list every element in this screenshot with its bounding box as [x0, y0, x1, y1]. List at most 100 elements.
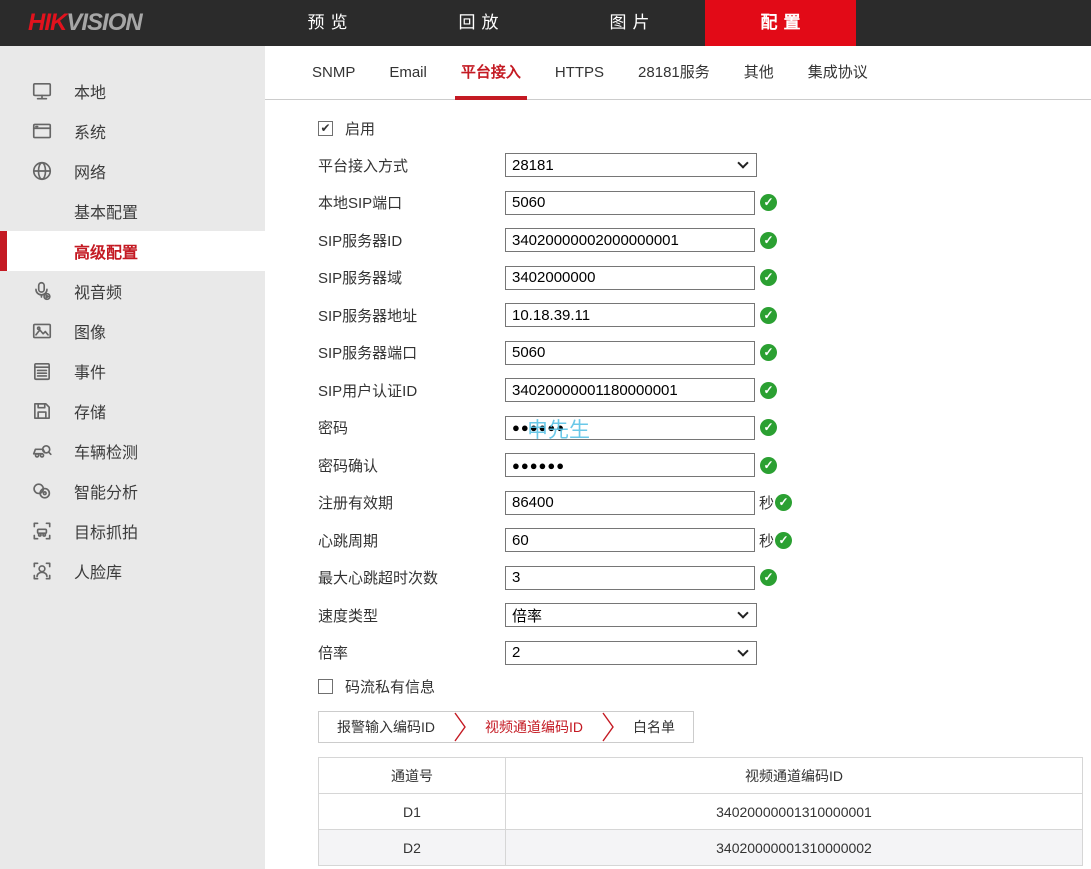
- valid-check-icon: ✓: [760, 382, 777, 399]
- sidebar-item-label: 智能分析: [74, 479, 138, 503]
- unit-seconds: 秒: [759, 492, 774, 513]
- sidebar-item-storage[interactable]: 存储: [0, 391, 265, 431]
- select-value: 2: [512, 644, 520, 661]
- sip-server-domain-input[interactable]: [505, 266, 755, 290]
- valid-check-icon: ✓: [760, 194, 777, 211]
- event-icon: [31, 360, 53, 382]
- table-row: D1 34020000001310000001: [319, 794, 1083, 830]
- select-value: 28181: [512, 157, 554, 174]
- chevron-down-icon: [737, 645, 748, 656]
- sidebar-item-target-capture[interactable]: 目标抓拍: [0, 511, 265, 551]
- sip-server-id-input[interactable]: [505, 228, 755, 252]
- field-label: SIP服务器ID: [318, 230, 505, 251]
- platform-access-mode-select[interactable]: 28181: [505, 153, 757, 177]
- form-row-password-confirm: 密码确认 ●●●●●● ✓: [318, 453, 1091, 477]
- sidebar-item-local[interactable]: 本地: [0, 71, 265, 111]
- field-label: SIP服务器端口: [318, 342, 505, 363]
- tab-platform-access[interactable]: 平台接入: [457, 46, 525, 99]
- nav-tab-playback[interactable]: 回放: [403, 0, 554, 46]
- sidebar-item-label: 人脸库: [74, 559, 122, 583]
- field-label: 本地SIP端口: [318, 192, 505, 213]
- stream-private-info-checkbox[interactable]: [318, 679, 333, 694]
- password-confirm-input[interactable]: ●●●●●●: [505, 453, 755, 477]
- nav-tab-picture[interactable]: 图片: [554, 0, 705, 46]
- multiplier-select[interactable]: 2: [505, 641, 757, 665]
- sidebar-item-smart-analysis[interactable]: 智能分析: [0, 471, 265, 511]
- subtab-alarm-input-id[interactable]: 报警输入编码ID: [319, 712, 453, 742]
- form-row-heartbeat-interval: 心跳周期 秒 ✓: [318, 528, 1091, 552]
- sip-server-port-input[interactable]: [505, 341, 755, 365]
- field-label: 心跳周期: [318, 530, 505, 551]
- cell-code: 34020000001310000002: [506, 830, 1083, 866]
- valid-check-icon: ✓: [760, 419, 777, 436]
- sidebar-item-label: 系统: [74, 119, 106, 143]
- enable-label: 启用: [345, 118, 375, 139]
- registration-validity-input[interactable]: [505, 491, 755, 515]
- stream-private-info-row: 码流私有信息: [318, 678, 1091, 694]
- red-chevron-icon: [601, 712, 615, 742]
- password-input[interactable]: ●●●●●●: [505, 416, 755, 440]
- tab-email[interactable]: Email: [385, 46, 431, 99]
- select-value: 倍率: [512, 605, 542, 626]
- sip-user-auth-id-input[interactable]: [505, 378, 755, 402]
- nav-tab-configuration[interactable]: 配置: [705, 0, 856, 46]
- subtab-whitelist[interactable]: 白名单: [615, 712, 693, 742]
- sidebar-item-label: 存储: [74, 399, 106, 423]
- sidebar-item-label: 事件: [74, 359, 106, 383]
- red-chevron-icon: [453, 712, 467, 742]
- field-label: 密码确认: [318, 455, 505, 476]
- field-label: 密码: [318, 417, 505, 438]
- sip-server-address-input[interactable]: [505, 303, 755, 327]
- form-row-password: 密码 ●●●●●● ✓ 申先生: [318, 416, 1091, 440]
- monitor-icon: [31, 80, 53, 102]
- heartbeat-interval-input[interactable]: [505, 528, 755, 552]
- sidebar-item-event[interactable]: 事件: [0, 351, 265, 391]
- chevron-down-icon: [737, 157, 748, 168]
- sidebar-item-image[interactable]: 图像: [0, 311, 265, 351]
- col-header-channel: 通道号: [319, 758, 506, 794]
- tab-https[interactable]: HTTPS: [551, 46, 608, 99]
- smart-analysis-icon: [31, 480, 53, 502]
- enable-row: ✔ 启用: [318, 120, 1091, 136]
- sidebar-item-label: 视音频: [74, 279, 122, 303]
- form-row-platform-access-mode: 平台接入方式 28181: [318, 153, 1091, 177]
- sidebar-item-face-library[interactable]: 人脸库: [0, 551, 265, 591]
- tab-integration-protocol[interactable]: 集成协议: [804, 46, 872, 99]
- sidebar-item-system[interactable]: 系统: [0, 111, 265, 151]
- field-label: 速度类型: [318, 605, 505, 626]
- enable-checkbox[interactable]: ✔: [318, 121, 333, 136]
- local-sip-port-input[interactable]: [505, 191, 755, 215]
- valid-check-icon: ✓: [760, 344, 777, 361]
- sidebar-item-audio-video[interactable]: 视音频: [0, 271, 265, 311]
- field-label: SIP服务器域: [318, 267, 505, 288]
- logo-hik: HIK: [28, 9, 66, 36]
- sidebar-item-vehicle-detection[interactable]: 车辆检测: [0, 431, 265, 471]
- sidebar-item-advanced-config[interactable]: 高级配置: [0, 231, 265, 271]
- tab-28181-service[interactable]: 28181服务: [634, 46, 714, 99]
- nav-tab-preview[interactable]: 预览: [252, 0, 403, 46]
- form-row-max-heartbeat-timeout: 最大心跳超时次数 ✓: [318, 566, 1091, 590]
- valid-check-icon: ✓: [760, 269, 777, 286]
- id-subtab-bar: 报警输入编码ID 视频通道编码ID 白名单: [318, 711, 694, 743]
- sidebar-item-label: 本地: [74, 79, 106, 103]
- main-content: SNMP Email 平台接入 HTTPS 28181服务 其他 集成协议 ✔ …: [265, 46, 1091, 869]
- table-header-row: 通道号 视频通道编码ID: [319, 758, 1083, 794]
- field-label: 倍率: [318, 642, 505, 663]
- speed-type-select[interactable]: 倍率: [505, 603, 757, 627]
- sidebar-item-basic-config[interactable]: 基本配置: [0, 191, 265, 231]
- sidebar-item-label: 图像: [74, 319, 106, 343]
- max-heartbeat-timeout-input[interactable]: [505, 566, 755, 590]
- sidebar-item-label: 高级配置: [74, 239, 138, 263]
- tab-snmp[interactable]: SNMP: [308, 46, 359, 99]
- subtab-video-channel-id[interactable]: 视频通道编码ID: [467, 712, 601, 742]
- sidebar-item-label: 网络: [74, 159, 106, 183]
- form-row-sip-server-domain: SIP服务器域 ✓: [318, 266, 1091, 290]
- sidebar-item-network[interactable]: 网络: [0, 151, 265, 191]
- settings-tab-bar: SNMP Email 平台接入 HTTPS 28181服务 其他 集成协议: [265, 46, 1091, 100]
- form-row-sip-user-auth-id: SIP用户认证ID ✓: [318, 378, 1091, 402]
- valid-check-icon: ✓: [760, 457, 777, 474]
- form-row-speed-type: 速度类型 倍率: [318, 603, 1091, 627]
- storage-icon: [31, 400, 53, 422]
- tab-other[interactable]: 其他: [740, 46, 778, 99]
- target-capture-icon: [31, 520, 53, 542]
